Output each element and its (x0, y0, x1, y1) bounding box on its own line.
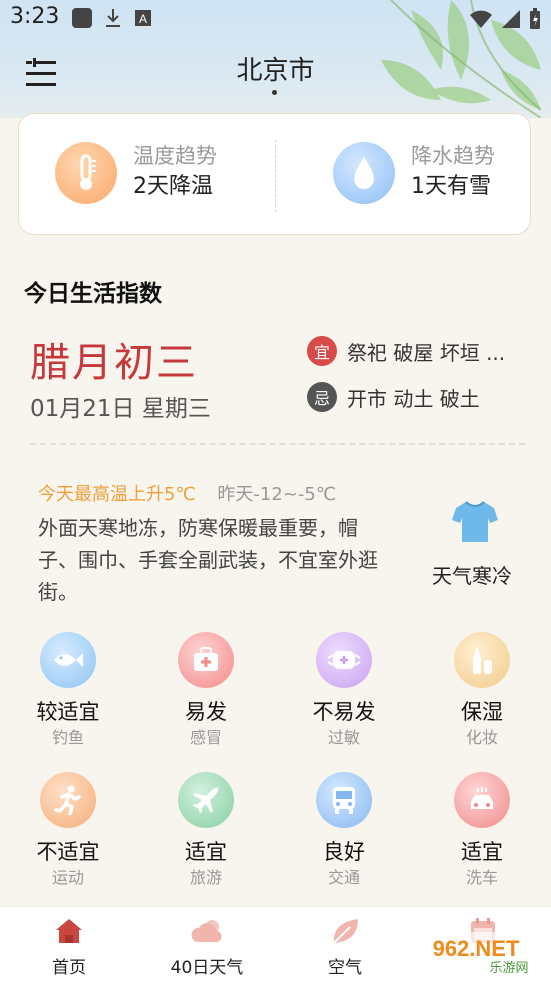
temperature-trend-label: 温度趋势 (133, 144, 217, 168)
precipitation-trend-value: 1天有雪 (411, 174, 491, 199)
svg-text:乐游网: 乐游网 (489, 961, 528, 976)
battery-icon (530, 8, 540, 29)
avoid-text: 开市 动土 破土 (347, 386, 480, 411)
suitable-badge: 宜 (307, 336, 337, 366)
status-time: 3:23 (10, 4, 60, 29)
index-name: 钓鱼 (51, 728, 84, 747)
life-index-title: 今日生活指数 (24, 281, 162, 307)
index-car-wash[interactable]: 适宜 洗车 (422, 772, 542, 890)
nav-home-label: 首页 (52, 958, 86, 978)
index-fishing[interactable]: 较适宜 钓鱼 (8, 632, 128, 750)
signal-icon (502, 10, 520, 28)
temperature-trend[interactable]: 温度趋势 2天降温 (55, 142, 217, 204)
page-indicator-dot (272, 90, 277, 95)
index-level: 良好 (323, 840, 365, 864)
dashed-divider (30, 443, 525, 445)
index-name: 化妆 (465, 728, 498, 747)
index-name: 洗车 (465, 868, 498, 887)
temperature-note: 今天最高温上升5℃ 昨天-12~-5℃ (38, 480, 336, 506)
index-level: 不适宜 (36, 840, 100, 864)
airplane-icon (178, 772, 234, 828)
nav-home[interactable]: 首页 (14, 917, 124, 978)
car-wash-icon (454, 772, 510, 828)
index-sports[interactable]: 不适宜 运动 (8, 772, 128, 890)
suitable-text: 祭祀 破屋 坏垣 ... (347, 340, 506, 365)
tshirt-icon[interactable] (450, 496, 500, 546)
index-allergy[interactable]: 不易发 过敏 (284, 632, 404, 750)
index-name: 运动 (51, 868, 84, 887)
index-makeup[interactable]: 保湿 化妆 (422, 632, 542, 750)
raindrop-icon (333, 142, 395, 204)
download-icon (106, 9, 120, 27)
font-app-icon: A (135, 10, 151, 26)
leaf-icon (333, 919, 358, 944)
index-level: 较适宜 (36, 700, 100, 724)
index-level: 易发 (185, 700, 227, 724)
temp-rise-text: 今天最高温上升5℃ (38, 484, 196, 505)
weather-cold-label: 天气寒冷 (432, 564, 512, 588)
thermometer-icon (55, 142, 117, 204)
nav-air[interactable]: 空气 (290, 917, 400, 978)
lunar-date: 腊月初三 (30, 340, 198, 386)
almanac-suitable[interactable]: 宜 祭祀 破屋 坏垣 ... (307, 336, 505, 366)
nav-40-day[interactable]: 40日天气 (152, 917, 262, 978)
site-watermark-logo: 962.NET 乐游网 (409, 932, 543, 976)
index-level: 适宜 (185, 840, 227, 864)
index-name: 感冒 (189, 728, 222, 747)
index-traffic[interactable]: 良好 交通 (284, 772, 404, 890)
fish-icon (40, 632, 96, 688)
clothing-advice: 外面天寒地冻，防寒保暖最重要，帽子、围巾、手套全副武装，不宜室外逛街。 (38, 516, 378, 604)
index-level: 不易发 (312, 700, 376, 724)
svg-text:A: A (139, 12, 147, 26)
precipitation-trend[interactable]: 降水趋势 1天有雪 (333, 142, 495, 204)
index-name: 过敏 (327, 728, 360, 747)
notification-app-icon (72, 8, 92, 28)
status-bar: 3:23 A (0, 0, 551, 36)
nav-40-day-label: 40日天气 (170, 958, 244, 978)
index-level: 适宜 (461, 840, 503, 864)
trend-card: 温度趋势 2天降温 降水趋势 1天有雪 (18, 113, 531, 235)
wifi-icon (470, 10, 492, 28)
trend-divider (275, 140, 276, 212)
index-travel[interactable]: 适宜 旅游 (146, 772, 266, 890)
medkit-icon (178, 632, 234, 688)
index-name: 旅游 (189, 868, 222, 887)
temperature-trend-value: 2天降温 (133, 174, 213, 199)
city-title[interactable]: 北京市 (0, 50, 551, 87)
index-cold[interactable]: 易发 感冒 (146, 632, 266, 750)
avoid-badge: 忌 (307, 382, 337, 412)
index-name: 交通 (327, 868, 360, 887)
solar-date: 01月21日 星期三 (30, 396, 211, 422)
cloud-icon (191, 920, 222, 942)
svg-text:962.NET: 962.NET (433, 936, 520, 961)
index-level: 保湿 (461, 700, 503, 724)
yesterday-temp-text: 昨天-12~-5℃ (217, 484, 337, 505)
mask-icon (316, 632, 372, 688)
almanac-avoid[interactable]: 忌 开市 动土 破土 (307, 382, 480, 412)
home-icon (56, 919, 82, 943)
precipitation-trend-label: 降水趋势 (411, 144, 495, 168)
nav-air-label: 空气 (328, 958, 362, 978)
bus-icon (316, 772, 372, 828)
running-icon (40, 772, 96, 828)
cosmetics-icon (454, 632, 510, 688)
